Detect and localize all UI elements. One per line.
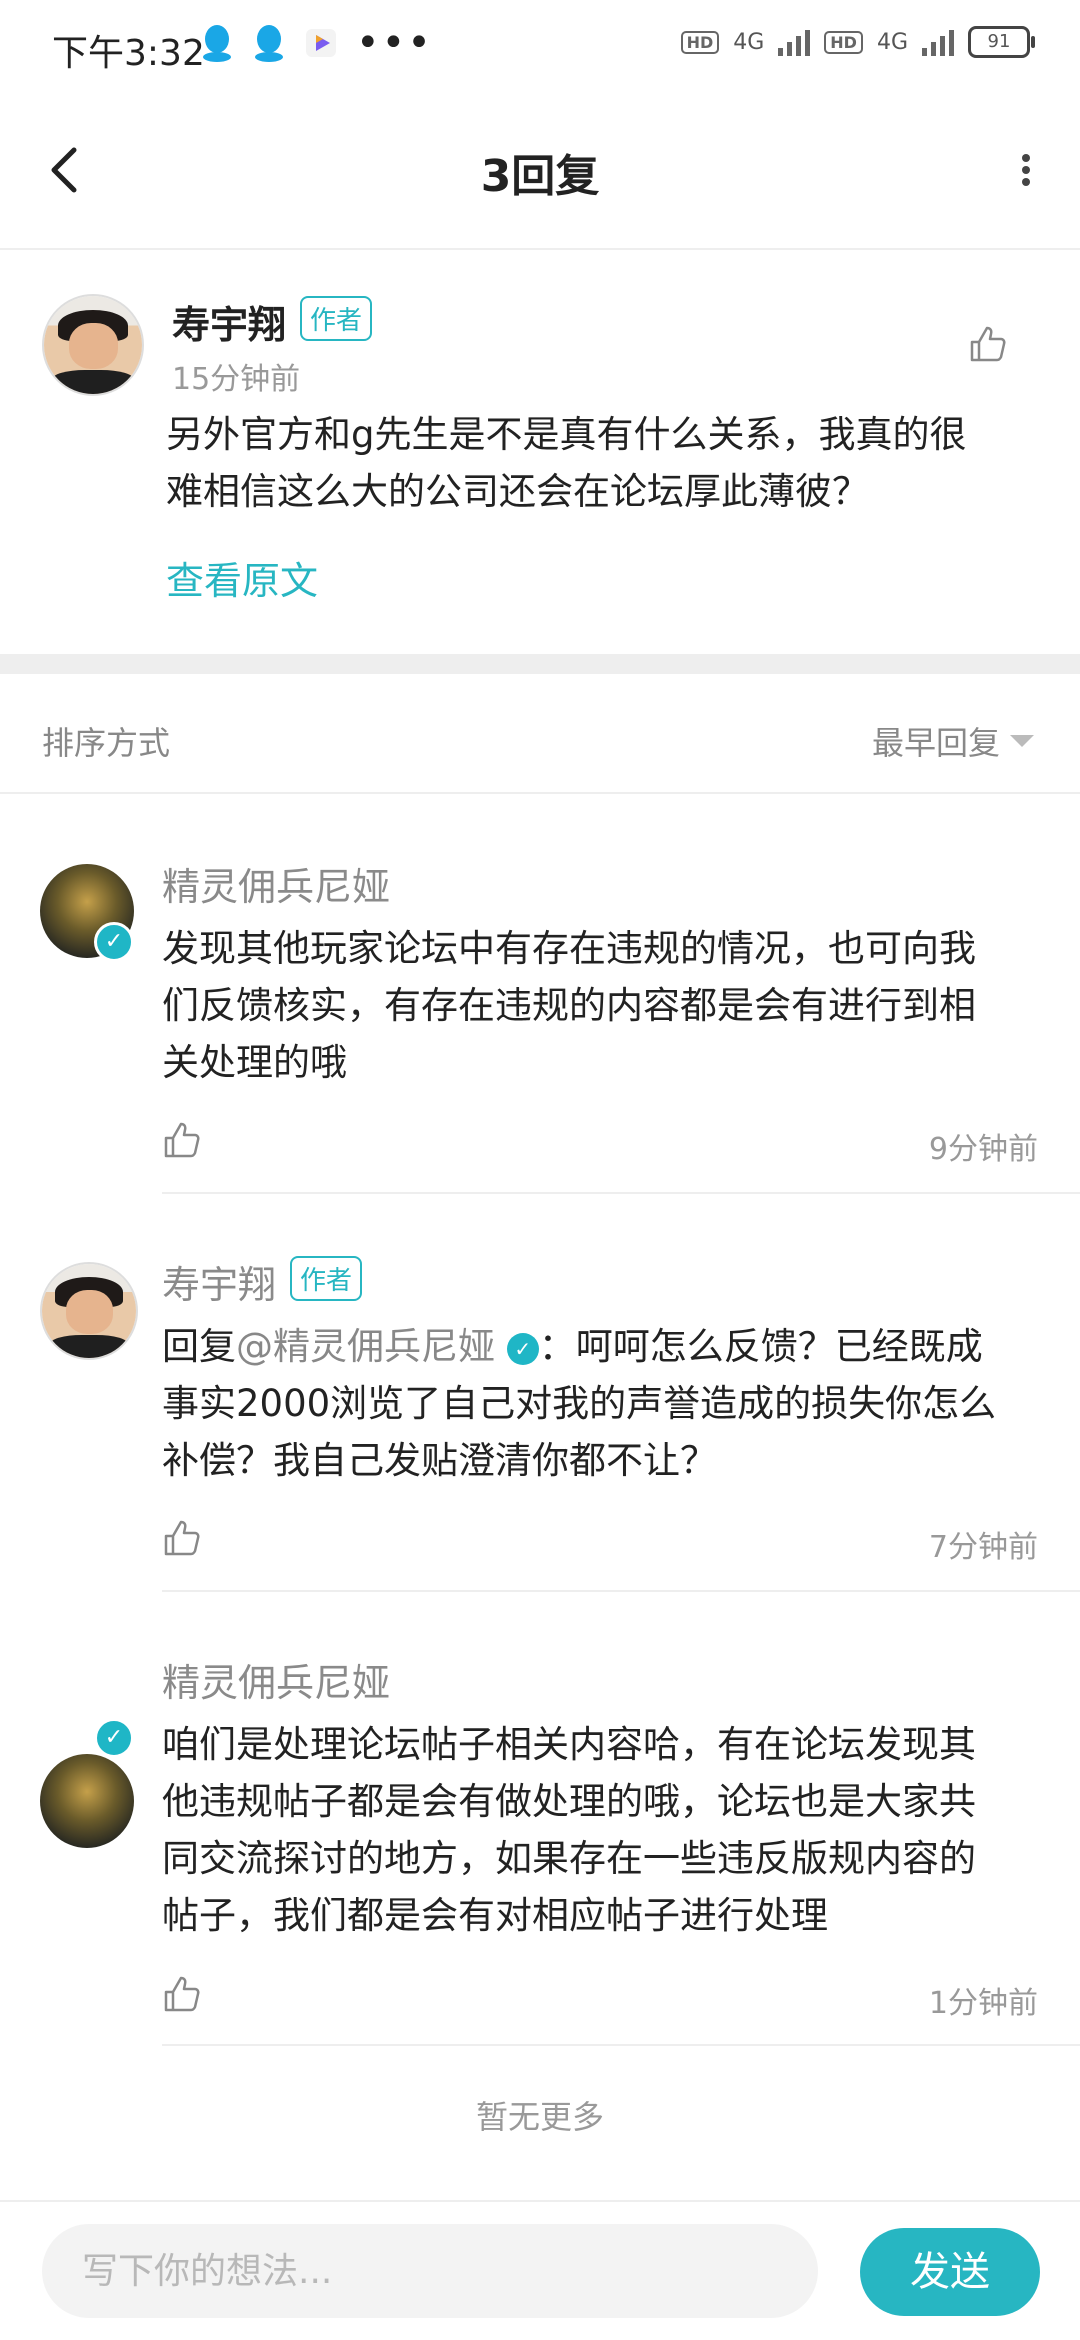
view-original-link[interactable]: 查看原文	[166, 550, 318, 605]
reply-time: 7分钟前	[928, 1530, 1038, 1565]
sort-divider	[0, 792, 1080, 794]
sort-dropdown[interactable]: 最早回复	[872, 718, 1034, 764]
reply-avatar[interactable]	[40, 1754, 134, 1848]
reply-avatar[interactable]	[40, 1262, 138, 1360]
verified-icon: ✓	[94, 1718, 134, 1758]
post-line: 难相信这么大的公司还会在论坛厚此薄彼？	[166, 470, 869, 513]
reply-content: 咱们是处理论坛帖子相关内容哈，有在论坛发现其 他违规帖子都是会有做处理的哦，论坛…	[162, 1716, 1052, 1944]
signal-icon	[778, 28, 811, 56]
reply-author-name[interactable]: 精灵佣兵尼娅	[162, 1652, 390, 1707]
hd-icon: HD	[824, 30, 863, 54]
battery-icon: 91	[968, 26, 1035, 58]
reply-prefix: 回复	[162, 1325, 236, 1368]
composer-divider	[0, 2200, 1080, 2202]
section-divider	[0, 654, 1080, 674]
author-tag: 作者	[290, 1256, 363, 1301]
nav-divider	[0, 248, 1080, 250]
qq-icon	[255, 25, 283, 62]
post-time: 15分钟前	[172, 362, 301, 397]
post-line: 另外官方和g先生是不是真有什么关系，我真的很	[166, 413, 967, 456]
reply-time: 9分钟前	[928, 1132, 1038, 1167]
status-time: 下午3:32	[52, 33, 205, 74]
qq-icon	[203, 25, 231, 62]
more-notifications-icon: •••	[356, 20, 433, 66]
reply-line-rest: ：呵呵怎么反馈？已经既成	[538, 1325, 983, 1368]
reply-line: 事实2000浏览了自己对我的声誉造成的损失你怎么	[162, 1382, 997, 1425]
sort-label: 排序方式	[42, 724, 171, 762]
author-tag: 作者	[300, 296, 373, 341]
reply-author-name[interactable]: 寿宇翔	[162, 1254, 276, 1309]
no-more-text: 暂无更多	[475, 2098, 604, 2136]
chevron-down-icon	[1010, 735, 1034, 747]
reply-line: 补偿？我自己发贴澄清你都不让？	[162, 1439, 717, 1482]
reply-author-name[interactable]: 精灵佣兵尼娅	[162, 856, 390, 911]
reply-divider	[162, 1590, 1080, 1592]
video-app-icon	[306, 29, 336, 57]
reply-line: 发现其他玩家论坛中有存在违规的情况，也可向我	[162, 927, 976, 970]
send-button[interactable]: 发送	[860, 2228, 1040, 2316]
reply-line: 回复@精灵佣兵尼娅 ✓ ：呵呵怎么反馈？已经既成	[162, 1318, 1052, 1375]
reply-divider	[162, 1192, 1080, 1194]
reply-divider	[162, 2044, 1080, 2046]
verified-icon: ✓	[506, 1332, 539, 1365]
reply-line: 他违规帖子都是会有做处理的哦，论坛也是大家共	[162, 1780, 976, 1823]
status-notifications: •••	[200, 20, 433, 66]
post-content: 另外官方和g先生是不是真有什么关系，我真的很 难相信这么大的公司还会在论坛厚此薄…	[166, 406, 1046, 520]
reply-line: 们反馈核实，有存在违规的内容都是会有进行到相	[162, 984, 976, 1027]
sort-value: 最早回复	[871, 724, 1000, 762]
like-icon[interactable]	[968, 324, 1008, 364]
post-author-name[interactable]: 寿宇翔	[172, 294, 286, 349]
like-icon[interactable]	[162, 1518, 202, 1558]
more-options-icon[interactable]	[1016, 140, 1036, 200]
network-label: 4G	[733, 29, 765, 55]
mention-link[interactable]: @精灵佣兵尼娅	[236, 1325, 495, 1368]
reply-content: 回复@精灵佣兵尼娅 ✓ ：呵呵怎么反馈？已经既成 事实2000浏览了自己对我的声誉…	[162, 1318, 1052, 1489]
hd-icon: HD	[680, 30, 720, 54]
reply-time: 1分钟前	[928, 1986, 1038, 2021]
author-avatar[interactable]	[42, 294, 144, 396]
verified-icon: ✓	[94, 922, 134, 962]
reply-line: 关处理的哦	[162, 1041, 347, 1084]
status-right: HD 4G HD 4G 91	[680, 26, 1035, 58]
network-label: 4G	[876, 29, 908, 55]
like-icon[interactable]	[162, 1974, 202, 2014]
signal-icon	[922, 28, 954, 56]
page-title: 3回复	[480, 151, 600, 202]
like-icon[interactable]	[162, 1120, 202, 1160]
reply-content: 发现其他玩家论坛中有存在违规的情况，也可向我 们反馈核实，有存在违规的内容都是会…	[162, 920, 1052, 1091]
reply-line: 帖子，我们都是会有对相应帖子进行处理	[162, 1894, 828, 1937]
comment-input[interactable]	[42, 2224, 818, 2318]
reply-line: 咱们是处理论坛帖子相关内容哈，有在论坛发现其	[162, 1723, 976, 1766]
reply-line: 同交流探讨的地方，如果存在一些违反版规内容的	[162, 1837, 976, 1880]
comment-input-container[interactable]	[42, 2224, 818, 2318]
